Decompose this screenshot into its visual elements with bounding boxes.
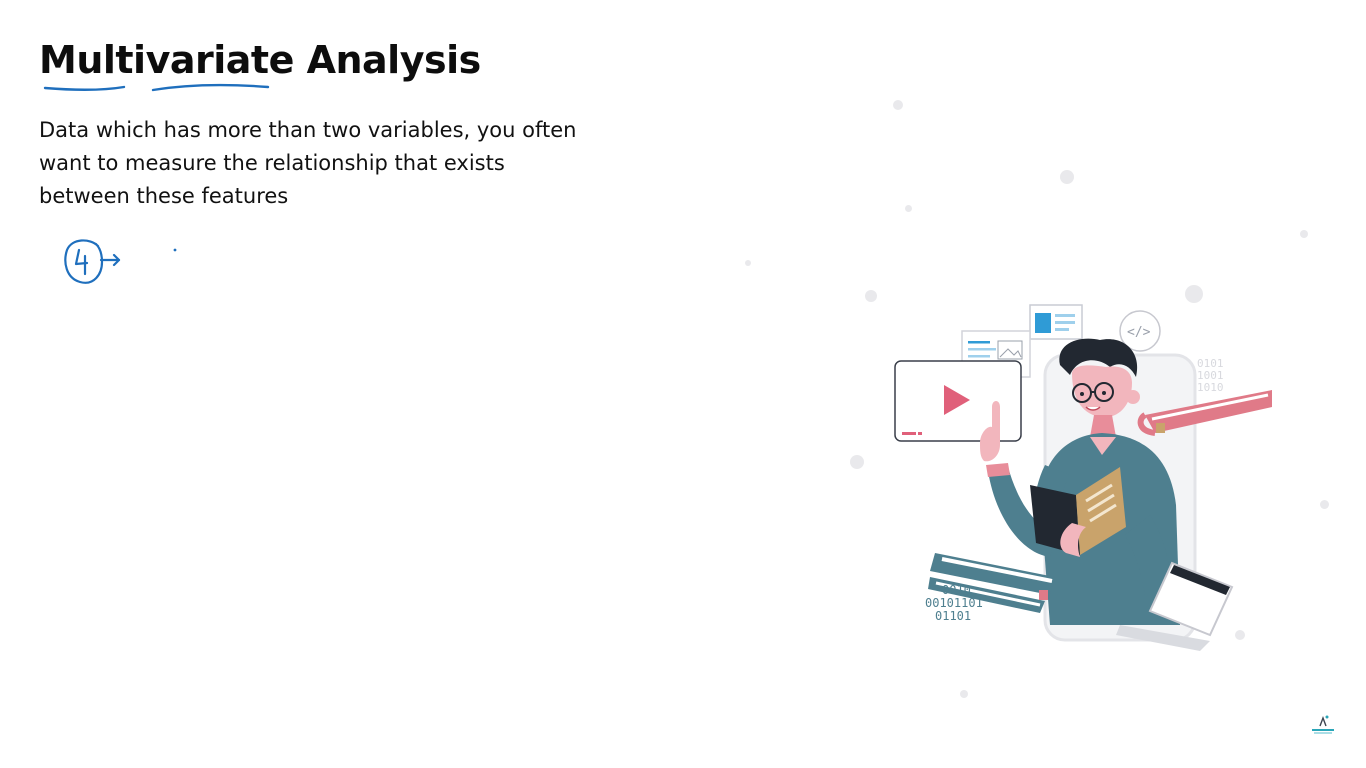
slide-title: Multivariate Analysis	[39, 38, 481, 82]
ink-underline	[43, 83, 270, 92]
video-play-icon	[894, 360, 1022, 442]
background-speck	[865, 290, 877, 302]
background-speck	[1300, 230, 1308, 238]
underline-multi	[43, 85, 126, 91]
svg-text:</>: </>	[1127, 325, 1151, 340]
circled-number-arrow-icon	[64, 239, 177, 284]
channel-logo-icon	[1312, 715, 1334, 734]
dashboard-card-icon	[1029, 304, 1083, 340]
svg-text:00101101: 00101101	[925, 596, 983, 610]
background-speck	[893, 100, 903, 110]
underline-variate	[151, 83, 270, 92]
background-speck	[1320, 500, 1329, 509]
background-speck	[960, 690, 968, 698]
svg-text:01101: 01101	[935, 609, 971, 623]
background-speck	[745, 260, 751, 266]
slide-canvas: Multivariate Analysis Data which has mor…	[0, 0, 1366, 768]
background-speck	[905, 205, 912, 212]
background-speck	[850, 455, 864, 469]
background-speck	[1060, 170, 1074, 184]
binary-code-icon: 0101 1001 1010	[1197, 357, 1224, 394]
svg-text:0010: 0010	[942, 583, 971, 597]
learner-illustration: 0101 1001 1010 </> 0010 00101101 01101	[894, 304, 1272, 651]
slide-description: Data which has more than two variables, …	[39, 118, 577, 208]
svg-text:1010: 1010	[1197, 381, 1224, 394]
